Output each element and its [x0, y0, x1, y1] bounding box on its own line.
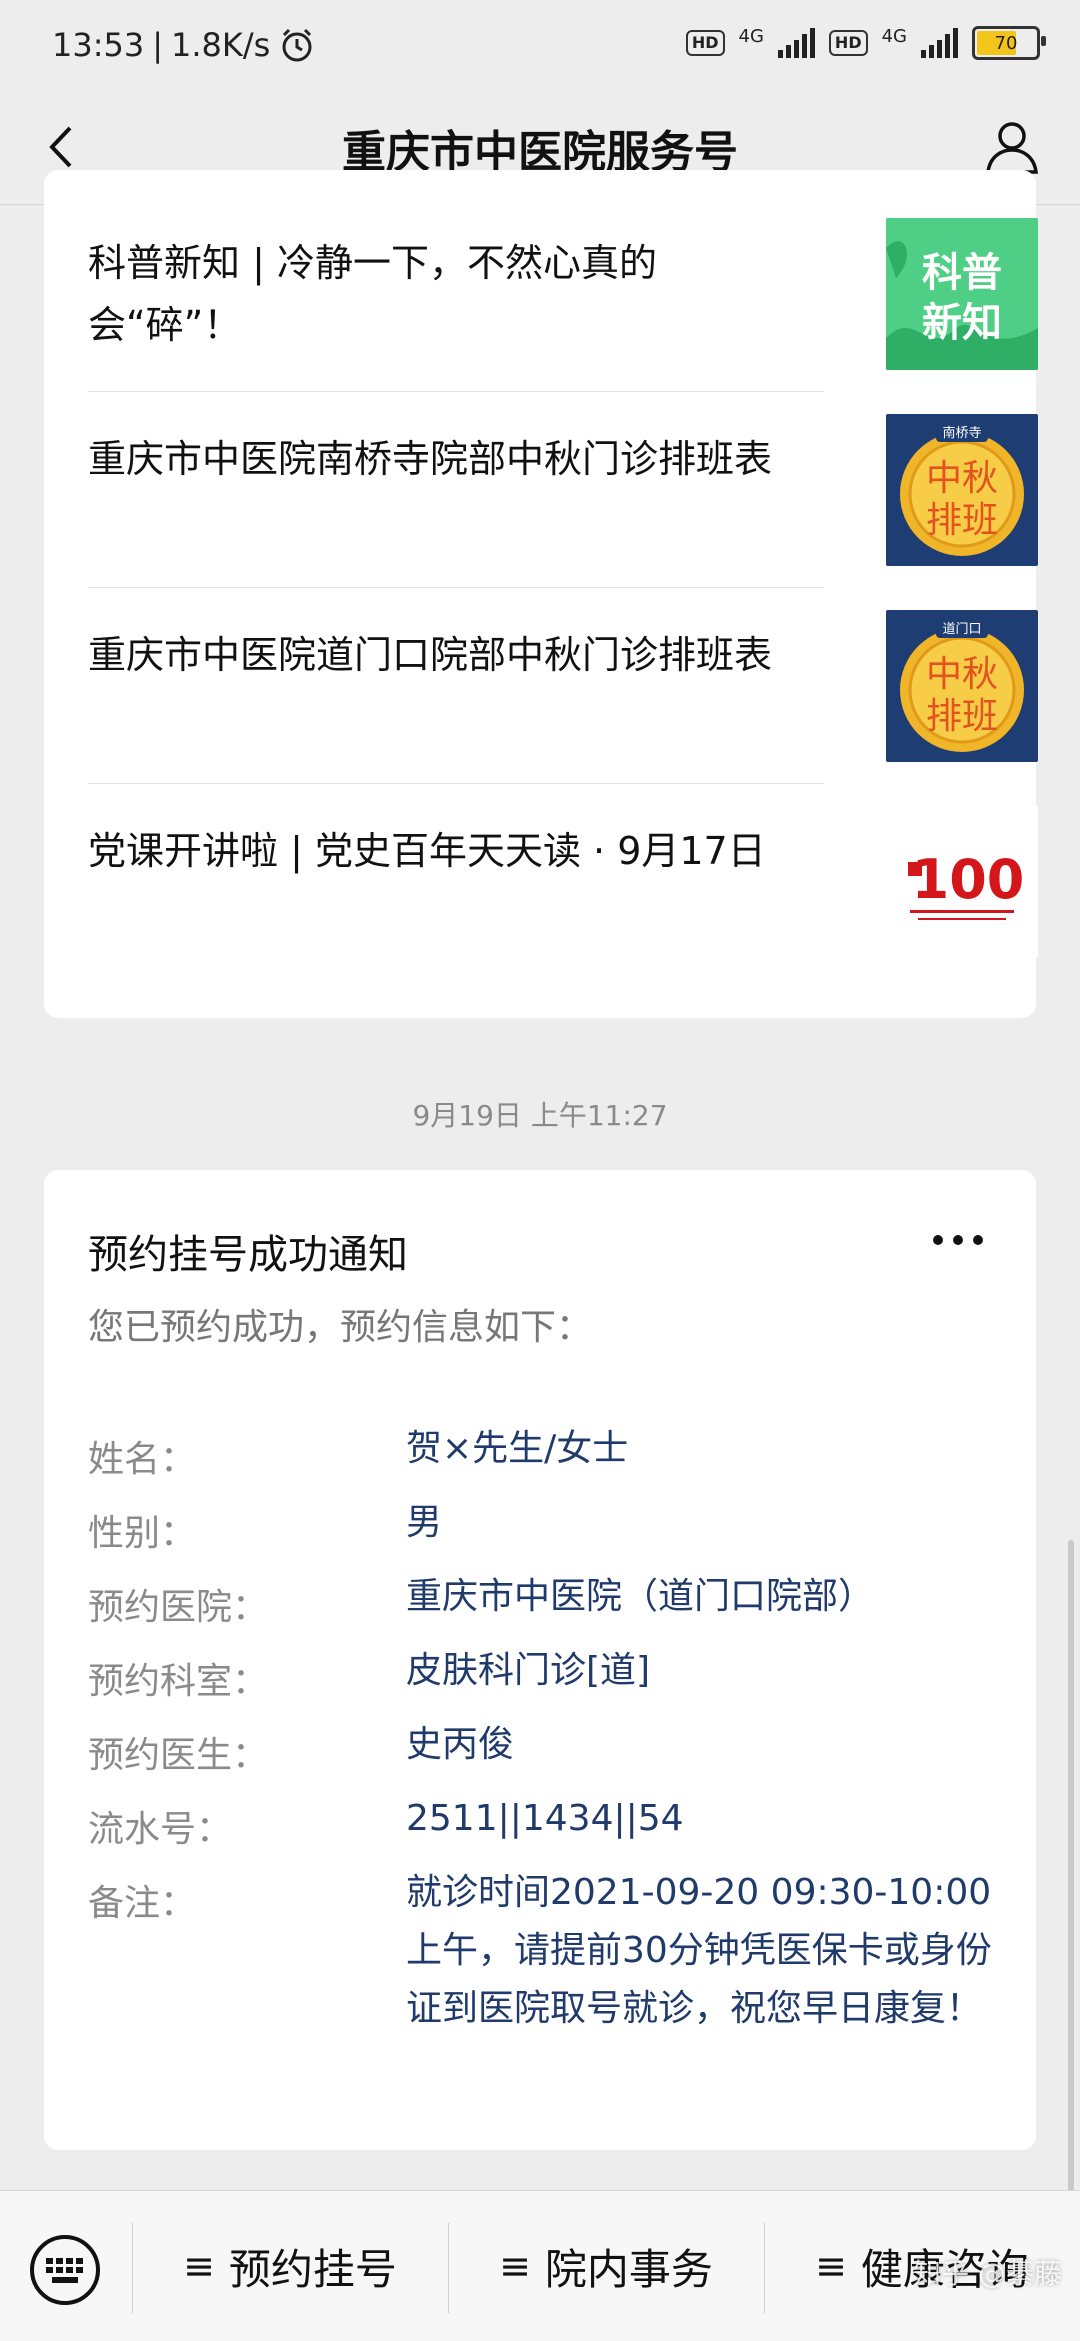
field-label: 预约科室： — [88, 1661, 269, 1702]
article-title[interactable]: 科普新知 | 冷静一下，不然心真的会“碎”！ — [88, 232, 808, 356]
menu-item-label: 院内事务 — [544, 2244, 713, 2294]
watermark: 知乎 @綦藤 — [913, 2257, 1062, 2290]
status-divider: | — [152, 26, 163, 64]
svg-text:道门口: 道门口 — [942, 622, 981, 637]
field-label: 备注： — [88, 1883, 197, 1924]
notice-intro: 您已预约成功，预约信息如下： — [88, 1307, 593, 1348]
signal-icon-2 — [921, 28, 958, 58]
hd-badge-1: HD — [685, 30, 725, 56]
signal-icon-1 — [777, 28, 815, 58]
notice-title: 预约挂号成功通知 — [88, 1232, 408, 1278]
net-type-1: 4G — [738, 26, 764, 47]
article-item[interactable]: 重庆市中医院道门口院部中秋门诊排班表 道门口 中秋 排班 — [88, 588, 1038, 784]
article-item[interactable]: 党课开讲啦 | 党史百年天天读 · 9月17日 100 — [88, 784, 1038, 980]
party-centenary-thumbnail-art: 100 — [886, 806, 1038, 958]
field-label: 预约医院： — [88, 1587, 269, 1628]
menu-item-label: 预约挂号 — [228, 2244, 397, 2294]
article-thumbnail[interactable]: 道门口 中秋 排班 — [886, 610, 1038, 762]
mid-autumn-schedule-thumbnail-art: 道门口 中秋 排班 — [886, 610, 1038, 762]
status-bar: 13:53 | 1.8K/s HD 4G HD 4G 70 — [0, 0, 1080, 92]
svg-text:100: 100 — [912, 848, 1025, 911]
field-value: 2511||1434||54 — [406, 1798, 684, 1839]
field-value: 贺×先生/女士 — [406, 1428, 629, 1469]
field-value: 重庆市中医院（道门口院部） — [406, 1576, 875, 1617]
article-item[interactable]: 重庆市中医院南桥寺院部中秋门诊排班表 南桥寺 中秋 排班 — [88, 392, 1038, 588]
network-speed: 1.8K/s — [171, 26, 271, 64]
svg-text:新知: 新知 — [922, 300, 1002, 346]
article-title[interactable]: 党课开讲啦 | 党史百年天天读 · 9月17日 — [88, 820, 808, 882]
svg-text:排班: 排班 — [926, 500, 998, 541]
article-item[interactable]: 科普新知 | 冷静一下，不然心真的会“碎”！ 科普 新知 — [88, 196, 1038, 392]
alarm-icon — [282, 28, 312, 62]
clock: 13:53 — [52, 26, 145, 64]
menu-item-hospital-affairs[interactable]: ≡ 院内事务 — [448, 2191, 764, 2341]
mid-autumn-schedule-thumbnail-art: 南桥寺 中秋 排班 — [886, 414, 1038, 566]
field-value: 男 — [406, 1502, 443, 1543]
article-thumbnail[interactable]: 南桥寺 中秋 排班 — [886, 414, 1038, 566]
battery-level: 70 — [994, 32, 1018, 54]
science-news-thumbnail-art: 科普 新知 — [886, 218, 1038, 370]
keyboard-icon[interactable] — [28, 2233, 102, 2307]
status-right: HD 4G HD 4G 70 — [685, 26, 1046, 60]
field-value: 就诊时间2021-09-20 09:30-10:00上午，请提前30分钟凭医保卡… — [406, 1872, 992, 2029]
battery-icon: 70 — [972, 26, 1046, 60]
article-title[interactable]: 重庆市中医院南桥寺院部中秋门诊排班表 — [88, 428, 808, 490]
field-label: 预约医生： — [88, 1735, 269, 1776]
field-label: 流水号： — [88, 1809, 233, 1850]
svg-text:科普: 科普 — [922, 250, 1002, 296]
field-value: 皮肤科门诊[道] — [406, 1650, 651, 1691]
svg-text:中秋: 中秋 — [926, 654, 998, 695]
net-type-2: 4G — [881, 26, 907, 47]
user-icon[interactable] — [980, 114, 1044, 178]
svg-text:中秋: 中秋 — [926, 458, 998, 499]
field-label: 性别： — [88, 1513, 197, 1554]
menu-list-icon: ≡ — [499, 2244, 531, 2288]
message-timestamp: 9月19日 上午11:27 — [412, 1099, 668, 1132]
menu-list-icon: ≡ — [183, 2244, 215, 2288]
hd-badge-2: HD — [828, 30, 868, 56]
svg-text:南桥寺: 南桥寺 — [942, 425, 981, 441]
scrollbar[interactable] — [1068, 1540, 1074, 2260]
article-list-card: 科普新知 | 冷静一下，不然心真的会“碎”！ 科普 新知 重庆市中医院南桥寺院部… — [44, 170, 1038, 1018]
article-title[interactable]: 重庆市中医院道门口院部中秋门诊排班表 — [88, 624, 808, 686]
appointment-notice-card[interactable]: 预约挂号成功通知 您已预约成功，预约信息如下： 姓名： 贺×先生/女士 性别： … — [44, 1170, 1036, 2150]
menu-list-icon: ≡ — [815, 2244, 847, 2288]
more-icon[interactable] — [932, 1230, 984, 1250]
field-label: 姓名： — [88, 1439, 197, 1480]
status-left: 13:53 | 1.8K/s — [52, 26, 316, 64]
article-thumbnail[interactable]: 科普 新知 — [886, 218, 1038, 370]
article-thumbnail[interactable]: 100 — [886, 806, 1038, 958]
field-value: 史丙俊 — [406, 1724, 515, 1765]
menu-item-appointment[interactable]: ≡ 预约挂号 — [132, 2191, 448, 2341]
svg-text:排班: 排班 — [926, 696, 998, 737]
